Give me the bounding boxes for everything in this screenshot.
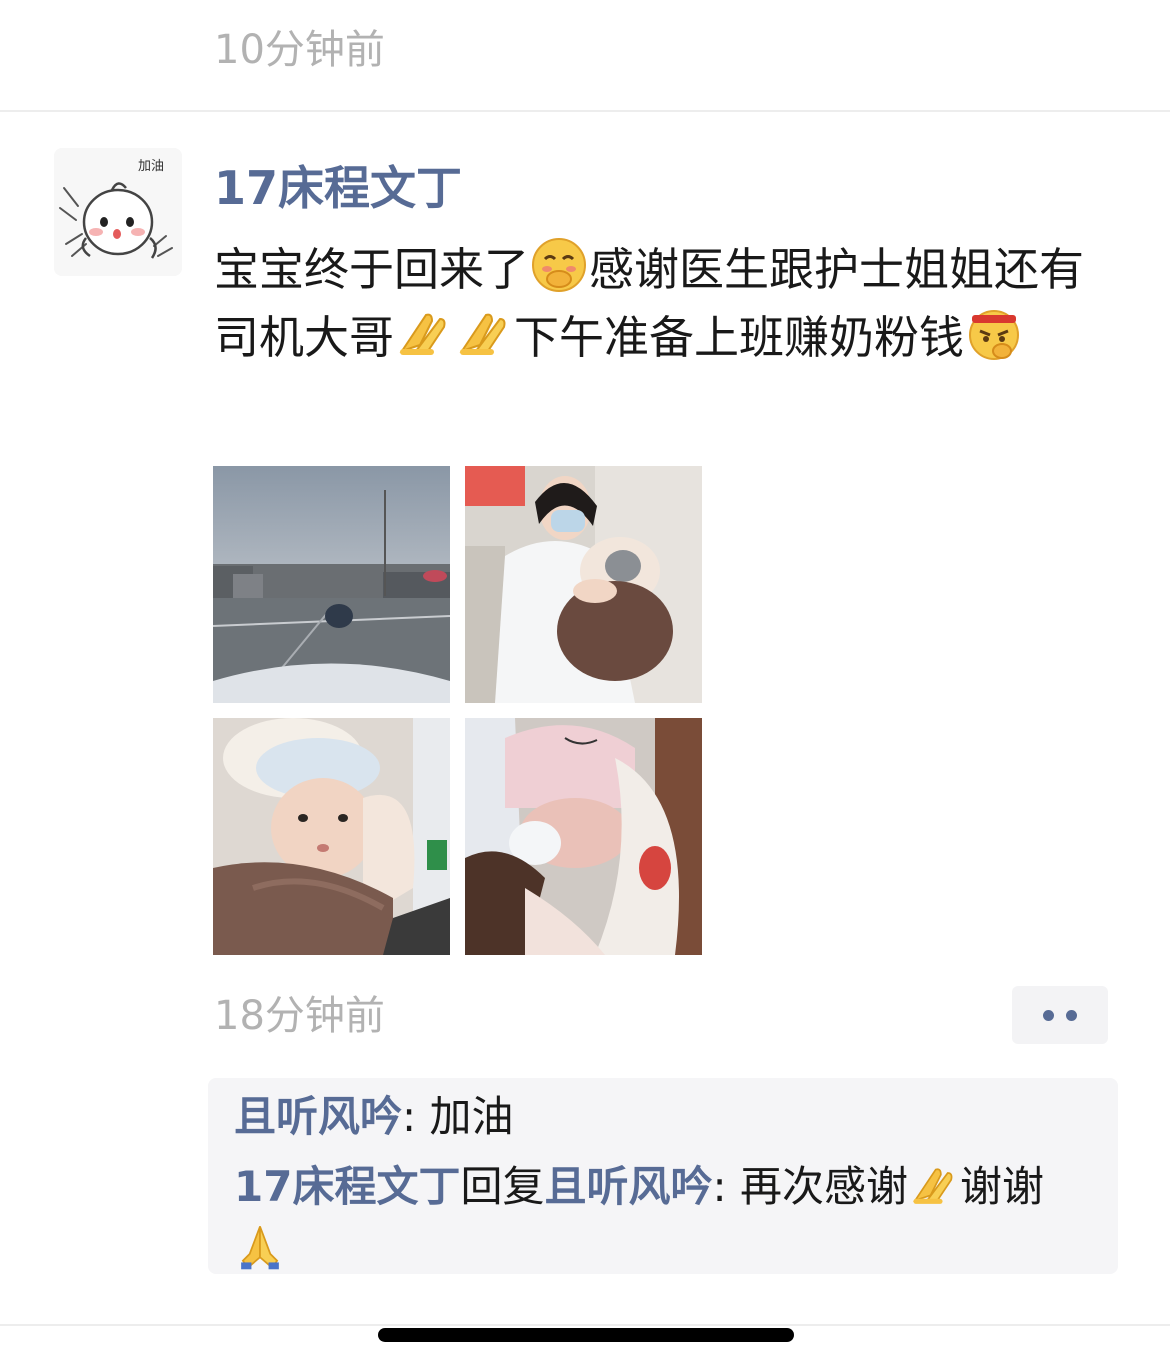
post-text-segment: 宝宝终于回来了 <box>214 243 530 296</box>
photo-baby-pink-hat[interactable] <box>465 718 702 955</box>
determined-face-icon <box>966 305 1022 361</box>
bottom-divider <box>0 1324 1170 1326</box>
reply-word: 回复 <box>460 1162 545 1211</box>
clasped-hands-icon <box>910 1161 958 1209</box>
home-indicator[interactable] <box>378 1328 794 1342</box>
comment-reply-item[interactable]: 17床程文丁回复且听风吟: 再次感谢 谢谢 <box>234 1156 1104 1280</box>
previous-post-timestamp: 10分钟前 <box>214 27 385 73</box>
post-timestamp: 18分钟前 <box>214 993 385 1039</box>
comment-author[interactable]: 且听风吟 <box>234 1092 402 1141</box>
praying-hands-icon <box>236 1223 284 1271</box>
avatar-caption: 加油 <box>138 159 164 174</box>
comment-separator: : <box>712 1162 740 1211</box>
photo-baby-in-blanket[interactable] <box>213 718 450 955</box>
post-text: 宝宝终于回来了 感谢医生跟护士姐姐还有司机大哥 下午准备上班赚奶粉钱 <box>214 236 1114 372</box>
post-author-name[interactable]: 17床程文丁 <box>214 160 462 216</box>
comment-text: 再次感谢 <box>740 1162 909 1211</box>
photo-street-rainy-view[interactable] <box>213 466 450 703</box>
comments-section: 且听风吟: 加油 17床程文丁回复且听风吟: 再次感谢 谢谢 <box>208 1078 1118 1274</box>
comment-author[interactable]: 17床程文丁 <box>234 1162 460 1211</box>
reply-target[interactable]: 且听风吟 <box>544 1162 712 1211</box>
clasped-hands-icon <box>456 305 512 361</box>
author-avatar[interactable]: 加油 <box>54 148 182 276</box>
clasped-hands-icon <box>396 305 452 361</box>
comment-text: 加油 <box>429 1092 514 1141</box>
comment-separator: : <box>402 1092 430 1141</box>
comment-text-after: 谢谢 <box>960 1162 1045 1211</box>
avatar-cartoon-icon: 加油 <box>54 148 182 276</box>
shy-face-icon <box>531 237 587 293</box>
post-divider <box>0 110 1170 112</box>
post-text-segment: 下午准备上班赚奶粉钱 <box>514 311 965 364</box>
comment-item[interactable]: 且听风吟: 加油 <box>234 1086 1104 1148</box>
photo-nurse-holding-baby[interactable] <box>465 466 702 703</box>
more-actions-button[interactable] <box>1012 986 1108 1044</box>
